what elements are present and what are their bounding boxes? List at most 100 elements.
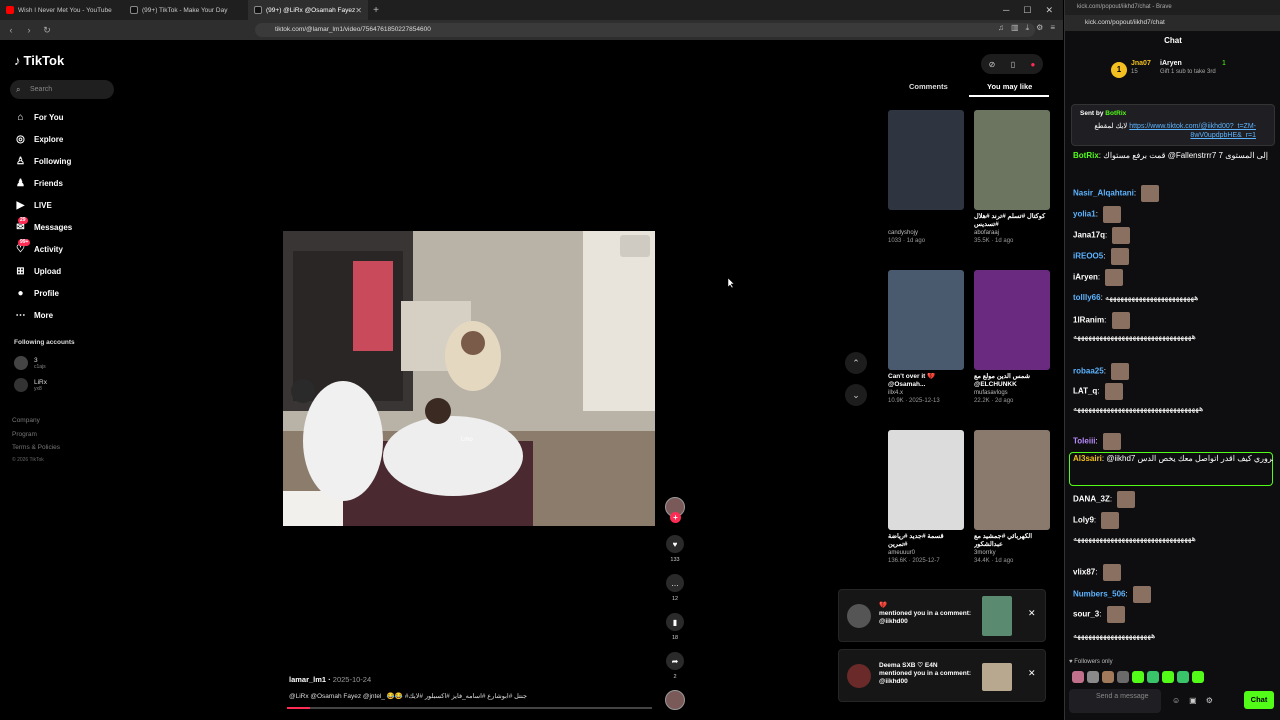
video-card[interactable]: شمس الدين مولع مع @ELCHUNKK mufasavlogs 22… (974, 270, 1050, 405)
sidebar-item-following[interactable]: ♙ Following (14, 154, 71, 168)
url-field[interactable]: tiktok.com/@lamar_lm1/video/756476185022… (255, 23, 1035, 37)
chat-text: ههههههههههههههههههههههههه (1105, 293, 1199, 302)
video-author[interactable]: lamar_lm1 · 2025-10-24 (289, 675, 371, 684)
emote-icon[interactable] (1117, 671, 1129, 683)
chat-username[interactable]: yolia1 (1073, 210, 1096, 219)
gift-icon[interactable]: ▣ (1189, 696, 1197, 705)
sidebar-item-more[interactable]: ⋯ More (14, 308, 54, 322)
chat-username[interactable]: Toleiii (1073, 437, 1096, 446)
emote-icon[interactable] (1087, 671, 1099, 683)
chat-message: DANA_3Z: (1073, 491, 1273, 508)
block-icon[interactable]: ⊘ (989, 60, 996, 69)
notification-toast[interactable]: 💔 mentioned you in a comment: @iikhd00 ✕ (838, 589, 1046, 642)
video-player[interactable]: Lmo (283, 231, 655, 526)
avatar (14, 356, 28, 370)
forward-icon[interactable]: › (22, 25, 36, 35)
chat-username[interactable]: Al3sairi (1073, 454, 1102, 463)
chat-username[interactable]: LAT_q (1073, 387, 1097, 396)
share-button[interactable]: ➦ 2 (665, 652, 685, 680)
emote-icon[interactable] (1102, 671, 1114, 683)
chat-url-field[interactable]: kick.com/popout/iikhd7/chat (1065, 15, 1280, 31)
video-card[interactable]: كوكتال #تسلم #ترند #هلال #تسديس abofaraaj… (974, 110, 1050, 245)
menu-icon[interactable]: ≡ (1050, 23, 1055, 33)
download-icon[interactable]: ⤓ (1026, 23, 1030, 33)
back-icon[interactable]: ‹ (4, 25, 18, 35)
video-card[interactable]: قسمة #جديد #رياضة #تمرين ameuuur0 136.6K ·… (888, 430, 964, 565)
following-account[interactable]: LiRx yx8 (14, 378, 47, 392)
pinned-message[interactable]: Sent by BotRix لايك لمقطع https://www.ti… (1071, 104, 1275, 146)
emote-icon (1102, 433, 1121, 450)
chat-username[interactable]: tollly66 (1073, 293, 1101, 302)
close-tab-icon[interactable]: ✕ (355, 6, 362, 15)
video-card[interactable]: candyshojy 1033 · 1d ago (888, 110, 964, 245)
emoji-icon[interactable]: ☺ (1172, 696, 1180, 705)
new-tab-button[interactable]: + (368, 5, 384, 16)
chat-username[interactable]: iAryen (1073, 273, 1098, 282)
video-card[interactable]: Can't over it 💔 @Osamah... illx4.x 10.9K ·… (888, 270, 964, 405)
tiktok-logo[interactable]: ♪ TikTok (14, 53, 64, 68)
sidebar-item-for-you[interactable]: ⌂ For You (14, 110, 63, 124)
maximize-icon[interactable]: ☐ (1023, 5, 1031, 16)
video-progress-bar[interactable] (287, 707, 652, 709)
tab-you-may-like[interactable]: You may like (987, 82, 1032, 91)
emote-icon[interactable] (1162, 671, 1174, 683)
sidebar-item-live[interactable]: ▶ LIVE (14, 198, 52, 212)
chat-username[interactable]: Jana17q (1073, 231, 1105, 240)
chat-username[interactable]: robaa25 (1073, 367, 1104, 376)
chat-username[interactable]: iREOO5 (1073, 252, 1103, 261)
chat-username[interactable]: Nasir_Alqahtani (1073, 189, 1134, 198)
chat-username[interactable]: Loly9 (1073, 516, 1094, 525)
chat-username[interactable]: vlix87 (1073, 568, 1095, 577)
emote-icon[interactable] (1177, 671, 1189, 683)
sidebar-item-profile[interactable]: ● Profile (14, 286, 58, 300)
chat-text: هههههههههههههههههههههه (1073, 631, 1156, 640)
media-icon[interactable]: ♫ (998, 23, 1004, 33)
chat-message-input[interactable]: Send a message (1069, 689, 1161, 713)
comment-button[interactable]: … 12 (665, 574, 685, 602)
search-input[interactable]: ⌕ Search (10, 80, 114, 99)
settings-icon[interactable]: ⚙ (1206, 696, 1213, 705)
sidebar-item-upload[interactable]: ⊞ Upload (14, 264, 61, 278)
close-icon[interactable]: ✕ (1028, 668, 1036, 679)
chat-username[interactable]: DANA_3Z (1073, 495, 1110, 504)
next-creator-avatar[interactable] (665, 690, 685, 710)
next-video-button[interactable]: ⌄ (845, 384, 867, 406)
following-account[interactable]: 3 c1ajs (14, 356, 46, 370)
footer-terms[interactable]: Terms & Policies (12, 444, 60, 451)
tab-comments[interactable]: Comments (909, 82, 948, 91)
notification-toast[interactable]: Deema SXB ♡ E4N mentioned you in a comme… (838, 649, 1046, 702)
phone-icon[interactable]: ▯ (1011, 60, 1015, 69)
sidebar-item-friends[interactable]: ♟ Friends (14, 176, 63, 190)
tab-tiktok-video[interactable]: (99+) @LiRx @Osamah Fayez ✕ (248, 0, 368, 20)
sidebar-icon[interactable]: ▥ (1011, 23, 1019, 33)
minimize-icon[interactable]: ─ (1003, 5, 1009, 15)
tab-tiktok-home[interactable]: (99+) TikTok - Make Your Day (124, 0, 248, 20)
like-button[interactable]: ♥ 133 (665, 535, 685, 563)
follow-plus-icon[interactable]: + (670, 512, 681, 523)
footer-program[interactable]: Program (12, 431, 37, 438)
record-icon[interactable]: ● (1030, 60, 1035, 69)
sidebar-item-activity[interactable]: ♡ 99+ Activity (14, 238, 63, 256)
emote-icon[interactable] (1192, 671, 1204, 683)
emote-icon[interactable] (1072, 671, 1084, 683)
close-window-icon[interactable]: ✕ (1045, 5, 1053, 16)
sidebar-item-explore[interactable]: ◎ Explore (14, 132, 63, 146)
chat-username[interactable]: 1lRanim (1073, 316, 1104, 325)
send-chat-button[interactable]: Chat (1244, 691, 1274, 709)
reload-icon[interactable]: ↻ (40, 25, 54, 36)
chat-username[interactable]: sour_3 (1073, 610, 1099, 619)
extensions-icon[interactable]: ⚙ (1036, 23, 1043, 33)
emote-icon[interactable] (1147, 671, 1159, 683)
footer-company[interactable]: Company (12, 417, 40, 424)
tab-youtube[interactable]: Wish I Never Met You - YouTube (0, 0, 124, 20)
card-author: 3morrky (974, 550, 996, 556)
close-icon[interactable]: ✕ (1028, 608, 1036, 619)
emote-icon[interactable] (1132, 671, 1144, 683)
chat-username[interactable]: Numbers_506 (1073, 590, 1125, 599)
previous-video-button[interactable]: ⌃ (845, 352, 867, 374)
chat-username[interactable]: BotRix (1073, 151, 1099, 160)
video-card[interactable]: الكهربائي #جمشيد مع عبدالشكور 3morrky 34.4… (974, 430, 1050, 565)
save-button[interactable]: ▮ 18 (665, 613, 685, 641)
chat-text: ههههههههههههههههههههههههههههههههه (1073, 534, 1196, 543)
sidebar-item-messages[interactable]: ✉ 29 Messages (14, 216, 72, 234)
